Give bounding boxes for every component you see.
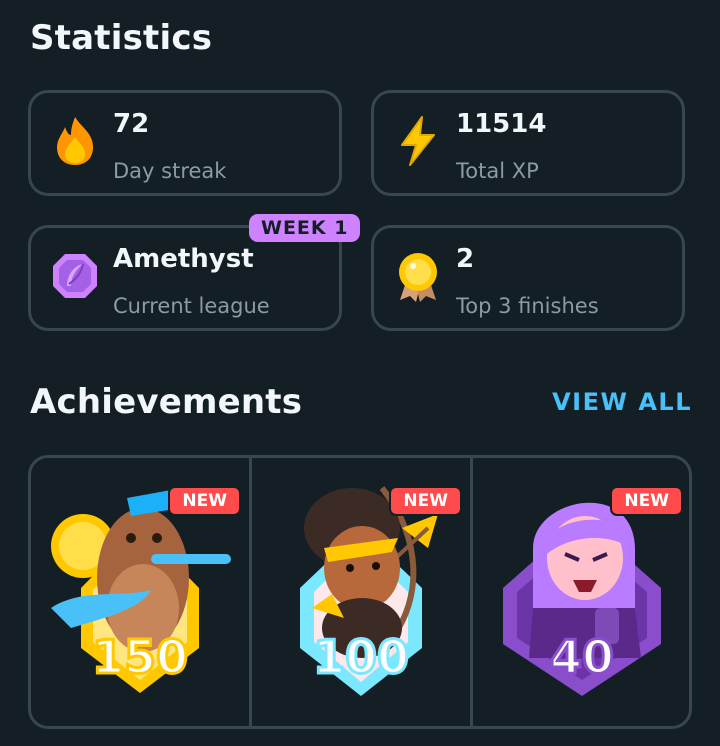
xp-value: 11514 [456,109,547,139]
new-badge: NEW [610,486,683,516]
achievements-title: Achievements [30,382,303,422]
new-badge: NEW [389,486,462,516]
top3-label: Top 3 finishes [456,294,599,318]
achievement-item[interactable]: NEW 150 [31,458,249,726]
achievement-item[interactable]: NEW 100 [252,458,470,726]
league-value: Amethyst [113,244,254,274]
xp-label: Total XP [456,159,539,183]
achievements-panel: NEW 150 NEW 100 NEW 40 [28,455,692,729]
view-all-link[interactable]: VIEW ALL [552,388,692,416]
streak-value: 72 [113,109,150,139]
streak-label: Day streak [113,159,227,183]
flame-icon [57,117,93,165]
achievement-number: 40 [548,629,615,686]
top3-finishes-card: 2 Top 3 finishes [371,225,685,331]
achievement-item[interactable]: NEW 40 [473,458,689,726]
league-label: Current league [113,294,270,318]
lightning-icon [401,116,435,166]
achievement-number: 100 [311,629,410,686]
top3-value: 2 [456,244,475,274]
medal-icon [399,253,437,302]
achievement-number: 150 [90,629,189,686]
new-badge: NEW [168,486,241,516]
amethyst-league-icon [53,254,97,298]
statistics-title: Statistics [30,18,213,58]
week-badge: WEEK 1 [249,214,361,242]
total-xp-card: 11514 Total XP [371,90,685,196]
day-streak-card: 72 Day streak [28,90,342,196]
